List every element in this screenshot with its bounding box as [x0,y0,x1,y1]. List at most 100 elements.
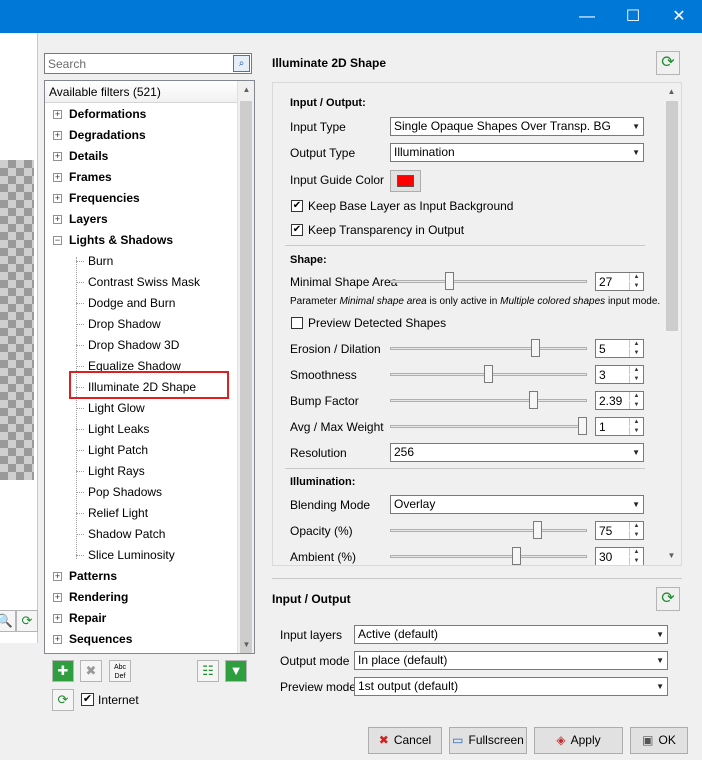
keep-transparency-checkbox[interactable]: ✔ [291,224,303,236]
update-filters-icon[interactable]: ⟳ [52,689,74,711]
spin-down-icon[interactable]: ▼ [629,349,643,357]
expand-icon[interactable]: + [53,635,62,644]
tree-filter-item[interactable]: Drop Shadow 3D [88,335,179,356]
spin-down-icon[interactable]: ▼ [629,375,643,383]
slider-thumb[interactable] [533,521,542,539]
ambient-slider[interactable] [390,546,587,565]
expand-icon[interactable]: + [53,131,62,140]
ok-button[interactable]: ▣ OK [630,727,688,754]
tree-category[interactable]: + Degradations [45,125,238,146]
tree-category[interactable]: + Frequencies [45,188,238,209]
ambient-spinbox[interactable]: 30 ▲ ▼ [595,547,644,565]
expand-icon[interactable]: + [53,593,62,602]
expand-icon[interactable]: + [53,110,62,119]
tree-filter-item[interactable]: Pop Shadows [88,482,162,503]
preview-mode-select[interactable]: 1st output (default) ▼ [354,677,668,696]
spin-down-icon[interactable]: ▼ [629,557,643,565]
output-type-select[interactable]: Illumination ▼ [390,143,644,162]
remove-favorite-icon[interactable]: ✖ [80,660,102,682]
zoom-icon[interactable]: 🔍 [0,610,16,632]
input-layers-select[interactable]: Active (default) ▼ [354,625,668,644]
parameters-scroll-thumb[interactable] [666,101,678,331]
tree-filter-item[interactable]: Dodge and Burn [88,293,175,314]
tree-filter-item[interactable]: Light Patch [88,440,148,461]
avg-weight-spinbox[interactable]: 1 ▲ ▼ [595,417,644,436]
tree-filter-item[interactable]: Light Rays [88,461,145,482]
tree-filter-item[interactable]: Shadow Patch [88,524,165,545]
expand-icon[interactable]: + [53,173,62,182]
tree-category[interactable]: + Repair [45,608,238,629]
resolution-select[interactable]: 256 ▼ [390,443,644,462]
add-favorite-icon[interactable]: ✚ [52,660,74,682]
smoothness-slider[interactable] [390,364,587,384]
opacity-spinbox[interactable]: 75 ▲ ▼ [595,521,644,540]
spin-up-icon[interactable]: ▲ [629,522,643,530]
tree-category[interactable]: + Rendering [45,587,238,608]
keep-base-checkbox[interactable]: ✔ [291,200,303,212]
tree-filter-item[interactable]: Relief Light [88,503,148,524]
tree-filter-item[interactable]: Burn [88,251,113,272]
scroll-up-arrow-icon[interactable]: ▲ [663,83,680,100]
scroll-down-arrow-icon[interactable]: ▼ [238,636,254,653]
guide-color-button[interactable] [390,170,421,192]
reset-io-icon[interactable]: ⟳ [656,587,680,611]
scroll-up-arrow-icon[interactable]: ▲ [238,81,254,98]
slider-thumb[interactable] [529,391,538,409]
refresh-preview-icon[interactable]: ⟳ [16,610,38,632]
spin-down-icon[interactable]: ▼ [629,282,643,290]
collapse-icon[interactable]: − [53,236,62,245]
tree-filter-item[interactable]: Contrast Swiss Mask [88,272,200,293]
slider-thumb[interactable] [531,339,540,357]
tree-filter-item[interactable]: Drop Shadow [88,314,161,335]
opacity-slider[interactable] [390,520,587,540]
min-area-slider[interactable] [390,271,587,291]
blending-mode-select[interactable]: Overlay ▼ [390,495,644,514]
tree-category[interactable]: − Lights & Shadows [45,230,238,251]
tree-filter-item[interactable]: Light Glow [88,398,145,419]
spin-down-icon[interactable]: ▼ [629,401,643,409]
maximize-button[interactable]: ☐ [610,0,656,33]
slider-thumb[interactable] [512,547,521,565]
scroll-down-arrow-icon[interactable]: ▼ [663,547,680,564]
internet-checkbox[interactable]: ✔ [81,693,94,706]
parameters-scrollbar[interactable]: ▲ ▼ [663,83,681,565]
tree-filter-item[interactable]: Slice Luminosity [88,545,175,566]
slider-thumb[interactable] [445,272,454,290]
reset-params-icon[interactable]: ⟳ [656,51,680,75]
output-mode-select[interactable]: In place (default) ▼ [354,651,668,670]
tree-filter-item[interactable]: Light Leaks [88,419,149,440]
smoothness-spinbox[interactable]: 3 ▲ ▼ [595,365,644,384]
search-input[interactable] [45,54,231,73]
erosion-slider[interactable] [390,338,587,358]
expand-icon[interactable]: + [53,215,62,224]
rename-icon[interactable]: Abc Def [109,660,131,682]
slider-thumb[interactable] [484,365,493,383]
fullscreen-button[interactable]: ▭ Fullscreen [449,727,527,754]
bump-spinbox[interactable]: 2.39 ▲ ▼ [595,391,644,410]
input-type-select[interactable]: Single Opaque Shapes Over Transp. BG ▼ [390,117,644,136]
expand-icon[interactable]: + [53,572,62,581]
expand-icon[interactable]: + [53,194,62,203]
spin-down-icon[interactable]: ▼ [629,427,643,435]
expand-icon[interactable]: + [53,152,62,161]
slider-thumb[interactable] [578,417,587,435]
search-icon[interactable]: ⌕ [233,55,250,72]
spin-up-icon[interactable]: ▲ [629,548,643,556]
tree-category[interactable]: + Details [45,146,238,167]
tree-scroll-thumb[interactable] [240,101,252,653]
spin-up-icon[interactable]: ▲ [629,340,643,348]
tree-category[interactable]: + Deformations [45,104,238,125]
spin-up-icon[interactable]: ▲ [629,418,643,426]
download-icon[interactable]: ▼ [225,660,247,682]
erosion-spinbox[interactable]: 5 ▲ ▼ [595,339,644,358]
bump-slider[interactable] [390,390,587,410]
spin-up-icon[interactable]: ▲ [629,273,643,281]
minimize-button[interactable]: — [564,0,610,33]
min-area-spinbox[interactable]: 27 ▲ ▼ [595,272,644,291]
close-button[interactable]: ✕ [656,0,702,33]
cancel-button[interactable]: ✖ Cancel [368,727,442,754]
tree-category[interactable]: + Patterns [45,566,238,587]
expand-icon[interactable]: + [53,614,62,623]
spin-down-icon[interactable]: ▼ [629,531,643,539]
apply-button[interactable]: ◈ Apply [534,727,623,754]
